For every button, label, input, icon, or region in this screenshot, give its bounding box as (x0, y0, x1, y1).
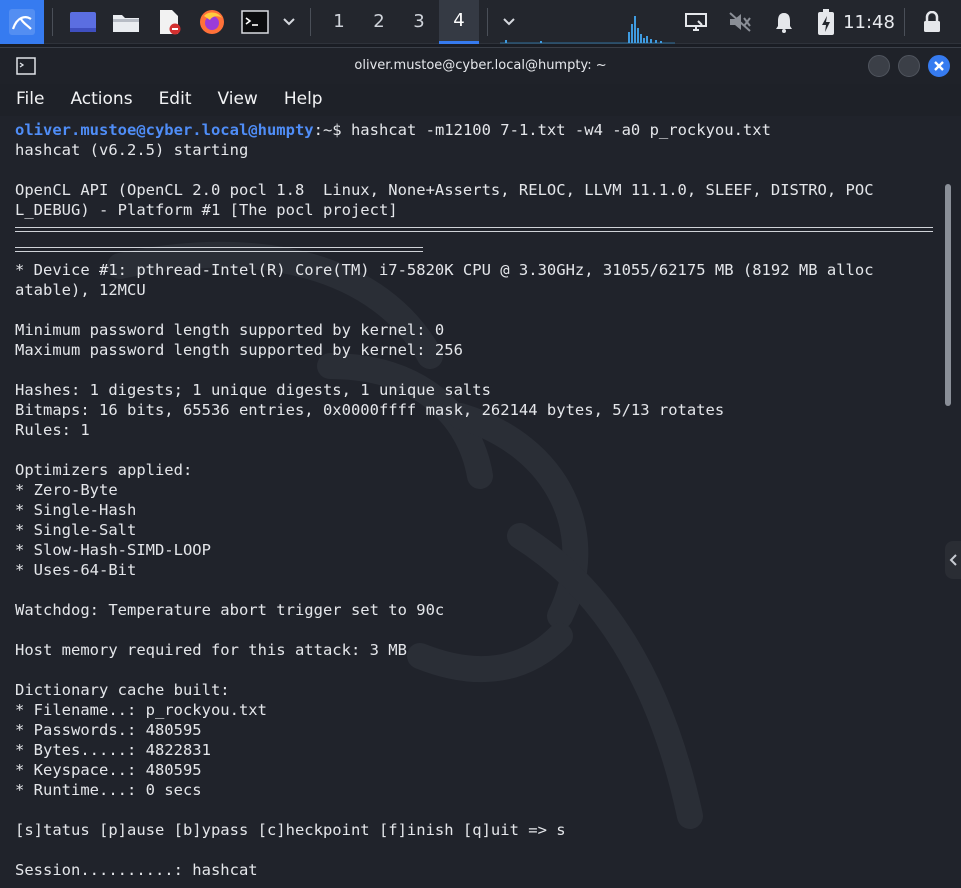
terminal-button[interactable] (233, 0, 276, 44)
menu-bar: File Actions Edit View Help (0, 84, 961, 114)
notifications-button[interactable] (770, 0, 798, 44)
maximize-button[interactable] (898, 55, 920, 77)
terminal-scrollbar[interactable] (945, 184, 951, 406)
terminal-line: [s]tatus [p]ause [b]ypass [c]heckpoint [… (15, 821, 566, 839)
lock-screen-button[interactable] (918, 0, 946, 44)
window-titlebar[interactable]: oliver.mustoe@cyber.local@humpty: ~ (0, 48, 961, 84)
launcher-dropdown-button[interactable] (276, 0, 302, 44)
terminal-line: Maximum password length supported by ker… (15, 341, 463, 359)
clock[interactable]: 11:48 (843, 0, 895, 44)
terminal-line: atable), 12MCU (15, 281, 146, 299)
terminal-line: * Runtime...: 0 secs (15, 781, 202, 799)
terminal-icon (240, 9, 269, 34)
workspace-switcher: 1 2 3 4 (319, 0, 479, 44)
terminal-line: Dictionary cache built: (15, 681, 230, 699)
text-editor-icon (159, 9, 180, 34)
terminal-line: Hashes: 1 digests; 1 unique digests, 1 u… (15, 381, 491, 399)
terminal-line: L_DEBUG) - Platform #1 [The pocl project… (15, 201, 398, 219)
display-settings-button[interactable] (682, 0, 710, 44)
terminal-line: * Zero-Byte (15, 481, 118, 499)
show-desktop-button[interactable] (61, 0, 104, 44)
terminal-line: * Filename..: p_rockyou.txt (15, 701, 267, 719)
battery-charging-icon (818, 9, 834, 35)
chevron-left-icon (949, 554, 957, 566)
terminal-line: * Bytes.....: 4822831 (15, 741, 211, 759)
panel-separator (52, 7, 53, 36)
terminal-line: * Single-Hash (15, 501, 137, 519)
prompt-user: oliver.mustoe@cyber.local@humpty (15, 121, 314, 139)
battery-button[interactable] (812, 0, 840, 44)
file-manager-button[interactable] (104, 0, 147, 44)
menu-actions[interactable]: Actions (66, 89, 136, 109)
desktop-icon (69, 11, 96, 32)
terminal-text: oliver.mustoe@cyber.local@humpty:~$ hash… (15, 120, 940, 880)
terminal-command: hashcat -m12100 7-1.txt -w4 -a0 p_rockyo… (350, 121, 771, 139)
side-panel-handle[interactable] (945, 541, 961, 579)
close-button[interactable] (928, 55, 950, 77)
panel-separator (487, 7, 488, 36)
file-manager-icon (112, 14, 139, 32)
separator-line (15, 220, 940, 240)
chevron-down-icon (283, 17, 295, 25)
network-activity-graph (500, 16, 675, 44)
terminal-line: Session..........: hashcat (15, 861, 258, 879)
workspace-2[interactable]: 2 (359, 0, 399, 44)
terminal-line: Rules: 1 (15, 421, 90, 439)
workspace-1[interactable]: 1 (319, 0, 359, 44)
prompt-path: :~ (313, 121, 333, 139)
top-panel: 1 2 3 4 11:48 (0, 0, 961, 44)
window-title: oliver.mustoe@cyber.local@humpty: ~ (354, 58, 607, 73)
terminal-line: * Uses-64-Bit (15, 561, 137, 579)
volume-button[interactable] (726, 0, 754, 44)
text-editor-button[interactable] (147, 0, 190, 44)
firefox-button[interactable] (190, 0, 233, 44)
bell-icon (776, 13, 792, 33)
terminal-line: * Single-Salt (15, 521, 137, 539)
terminal-line: hashcat (v6.2.5) starting (15, 141, 249, 159)
minimize-button[interactable] (868, 55, 890, 77)
kali-menu-button[interactable] (0, 0, 44, 44)
kali-menu-icon (9, 8, 35, 35)
terminal-line: Minimum password length supported by ker… (15, 321, 445, 339)
workspace-3[interactable]: 3 (399, 0, 439, 44)
menu-help[interactable]: Help (280, 89, 327, 109)
close-icon (934, 61, 944, 71)
panel-separator (310, 7, 311, 36)
separator-line (15, 240, 940, 260)
terminal-line: * Slow-Hash-SIMD-LOOP (15, 541, 211, 559)
prompt-symbol: $ (332, 121, 351, 139)
volume-muted-icon (729, 12, 751, 32)
menu-view[interactable]: View (213, 89, 261, 109)
menu-file[interactable]: File (12, 89, 48, 109)
terminal-line: * Passwords.: 480595 (15, 721, 202, 739)
terminal-output-area[interactable]: oliver.mustoe@cyber.local@humpty:~$ hash… (0, 116, 961, 888)
lock-icon (924, 11, 940, 32)
terminal-line: * Keyspace..: 480595 (15, 761, 202, 779)
terminal-window: oliver.mustoe@cyber.local@humpty: ~ File… (0, 47, 961, 888)
terminal-line: OpenCL API (OpenCL 2.0 pocl 1.8 Linux, N… (15, 181, 874, 199)
terminal-line: Bitmaps: 16 bits, 65536 entries, 0x0000f… (15, 401, 725, 419)
monitor-icon (685, 13, 707, 31)
panel-separator (904, 8, 905, 36)
terminal-line: * Device #1: pthread-Intel(R) Core(TM) i… (15, 261, 874, 279)
workspace-4[interactable]: 4 (439, 0, 479, 44)
terminal-line: Host memory required for this attack: 3 … (15, 641, 407, 659)
terminal-line: Optimizers applied: (15, 461, 193, 479)
firefox-icon (199, 9, 224, 34)
terminal-line: Watchdog: Temperature abort trigger set … (15, 601, 445, 619)
menu-edit[interactable]: Edit (155, 89, 196, 109)
